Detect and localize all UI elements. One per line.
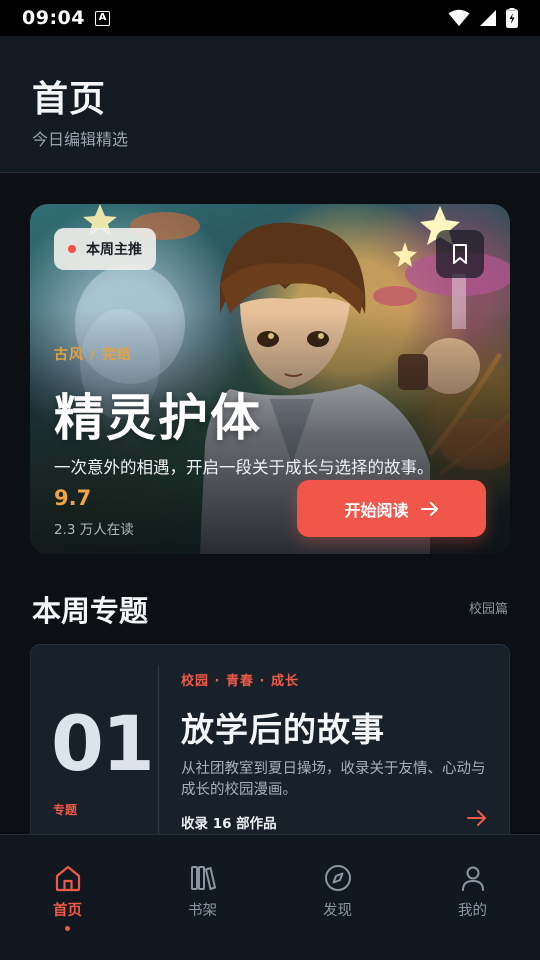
book-meta: 古风 / 完结 bbox=[54, 347, 132, 363]
weekly-pick-badge: 本周主推 bbox=[54, 228, 156, 270]
section-title: 本周专题 bbox=[32, 594, 149, 628]
bookmark-button[interactable] bbox=[436, 230, 484, 278]
topic-count: 收录 16 部作品 bbox=[181, 816, 277, 832]
wifi-icon bbox=[448, 9, 470, 26]
nav-profile[interactable]: 我的 bbox=[405, 835, 540, 960]
nav-discover[interactable]: 发现 bbox=[270, 835, 405, 960]
nav-home-label: 首页 bbox=[53, 903, 82, 919]
nav-discover-label: 发现 bbox=[323, 903, 352, 919]
nav-home[interactable]: 首页 bbox=[0, 835, 135, 960]
book-title: 精灵护体 bbox=[54, 389, 262, 447]
page-header: 首页 今日编辑精选 bbox=[0, 36, 540, 173]
status-bar: 09:04 A bbox=[0, 0, 540, 36]
topic-description: 从社团教室到夏日操场，收录关于友情、心动与成长的校园漫画。 bbox=[181, 761, 486, 798]
signal-icon bbox=[480, 10, 496, 26]
home-icon bbox=[55, 865, 80, 892]
nav-bookshelf-label: 书架 bbox=[188, 903, 217, 919]
page-subtitle: 今日编辑精选 bbox=[32, 130, 129, 149]
reader-count: 2.3 万人在读 bbox=[54, 522, 134, 538]
user-icon bbox=[461, 866, 484, 891]
topic-number: 01 bbox=[51, 699, 155, 788]
bookshelf-icon bbox=[190, 866, 216, 890]
topic-title: 放学后的故事 bbox=[181, 710, 385, 749]
battery-charging-icon bbox=[506, 8, 518, 28]
start-reading-label: 开始阅读 bbox=[344, 500, 409, 520]
featured-card[interactable]: 本周主推 古风 / 完结 精灵护体 一次意外的相遇，开启一段关于成长与选择的故事… bbox=[30, 204, 510, 554]
section-more-link[interactable]: 校园篇 bbox=[469, 598, 508, 617]
nav-active-dot bbox=[65, 926, 70, 931]
accessibility-notification-icon: A bbox=[94, 10, 110, 26]
badge-label: 本周主推 bbox=[86, 242, 142, 258]
nav-bookshelf[interactable]: 书架 bbox=[135, 835, 270, 960]
page-title: 首页 bbox=[32, 79, 107, 120]
topic-tags: 校园 · 青春 · 成长 bbox=[181, 674, 299, 689]
bookmark-icon bbox=[453, 244, 467, 264]
bottom-navigation: 首页 书架 发现 我的 bbox=[0, 834, 540, 960]
arrow-right-icon bbox=[420, 501, 438, 516]
book-description: 一次意外的相遇，开启一段关于成长与选择的故事。 bbox=[54, 458, 434, 477]
topic-arrow-icon[interactable] bbox=[467, 809, 487, 827]
badge-dot bbox=[68, 245, 76, 253]
topic-number-label: 专题 bbox=[53, 803, 78, 817]
nav-profile-label: 我的 bbox=[458, 903, 487, 919]
book-rating: 9.7 bbox=[54, 486, 92, 510]
start-reading-button[interactable]: 开始阅读 bbox=[297, 480, 486, 537]
status-icons bbox=[448, 8, 518, 28]
compass-icon bbox=[324, 865, 351, 891]
status-time: 09:04 bbox=[22, 7, 85, 29]
